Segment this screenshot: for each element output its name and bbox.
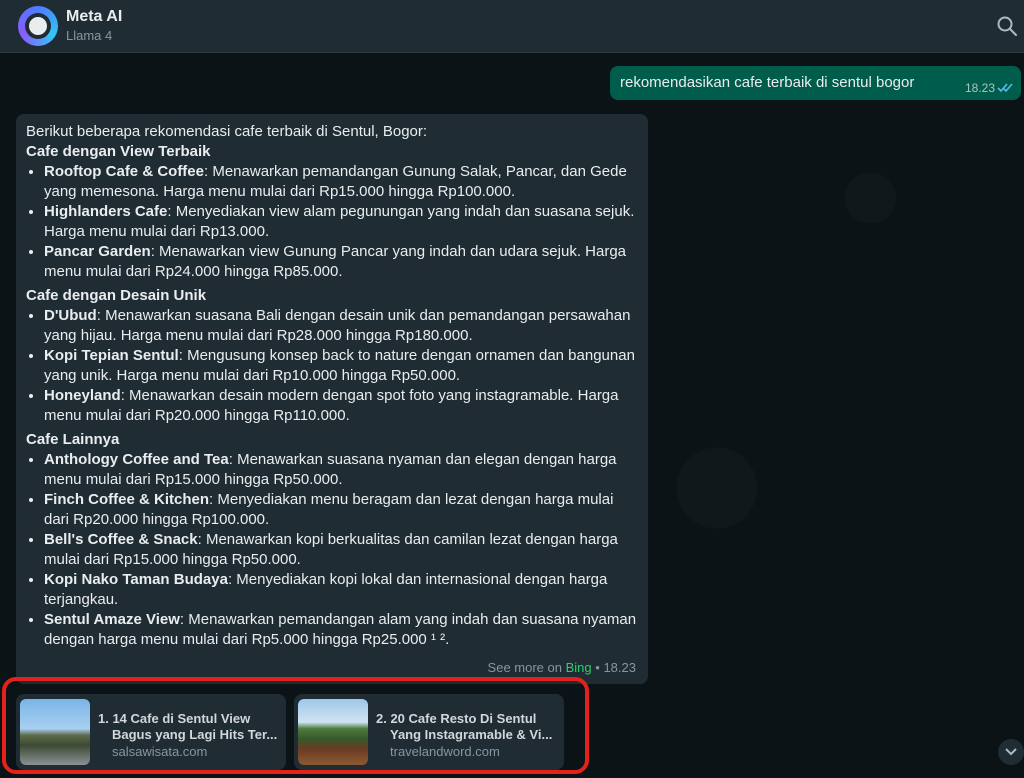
- cafe-list: Rooftop Cafe & Coffee: Menawarkan pemand…: [26, 162, 638, 282]
- list-item: Kopi Nako Taman Budaya: Menyediakan kopi…: [44, 570, 638, 610]
- incoming-message[interactable]: Berikut beberapa rekomendasi cafe terbai…: [16, 114, 648, 684]
- list-item: Sentul Amaze View: Menawarkan pemandanga…: [44, 610, 638, 650]
- double-check-icon: [997, 83, 1013, 93]
- cafe-name: Kopi Nako Taman Budaya: [44, 571, 228, 588]
- list-item: Highlanders Cafe: Menyediakan view alam …: [44, 202, 638, 242]
- cafe-name: D'Ubud: [44, 307, 97, 324]
- list-item: Anthology Coffee and Tea: Menawarkan sua…: [44, 450, 638, 490]
- cafe-name: Rooftop Cafe & Coffee: [44, 163, 204, 180]
- cafe-desc: : Menawarkan desain modern dengan spot f…: [44, 387, 619, 424]
- message-time: 18.23: [964, 81, 995, 95]
- section-title: Cafe dengan Desain Unik: [26, 287, 207, 304]
- cafe-name: Anthology Coffee and Tea: [44, 451, 229, 468]
- cafe-name: Sentul Amaze View: [44, 611, 180, 628]
- see-more-label: See more on: [487, 660, 562, 675]
- chat-title[interactable]: Meta AI: [66, 8, 122, 26]
- message-text: rekomendasikan cafe terbaik di sentul bo…: [620, 74, 915, 91]
- section-title: Cafe Lainnya: [26, 431, 120, 448]
- cafe-name: Highlanders Cafe: [44, 203, 168, 220]
- highlight-annotation: [2, 677, 589, 774]
- bing-link[interactable]: Bing: [566, 660, 592, 675]
- cafe-list: D'Ubud: Menawarkan suasana Bali dengan d…: [26, 306, 638, 426]
- separator: •: [595, 660, 600, 675]
- list-item: Kopi Tepian Sentul: Mengusung konsep bac…: [44, 346, 638, 386]
- list-item: D'Ubud: Menawarkan suasana Bali dengan d…: [44, 306, 638, 346]
- avatar[interactable]: [18, 6, 58, 46]
- outgoing-message[interactable]: rekomendasikan cafe terbaik di sentul bo…: [610, 66, 1021, 100]
- chat-header: Meta AI Llama 4: [0, 0, 1024, 53]
- message-footer: See more on Bing • 18.23: [488, 658, 636, 678]
- search-icon[interactable]: [996, 15, 1018, 37]
- cafe-name: Finch Coffee & Kitchen: [44, 491, 210, 508]
- chevron-down-icon: [1005, 748, 1017, 756]
- list-item: Finch Coffee & Kitchen: Menyediakan menu…: [44, 490, 638, 530]
- chat-subtitle: Llama 4: [66, 28, 113, 43]
- list-item: Pancar Garden: Menawarkan view Gunung Pa…: [44, 242, 638, 282]
- cafe-list: Anthology Coffee and Tea: Menawarkan sua…: [26, 450, 638, 650]
- section-title: Cafe dengan View Terbaik: [26, 143, 211, 160]
- scroll-down-button[interactable]: [998, 739, 1024, 765]
- list-item: Honeyland: Menawarkan desain modern deng…: [44, 386, 638, 426]
- cafe-name: Kopi Tepian Sentul: [44, 347, 179, 364]
- list-item: Bell's Coffee & Snack: Menawarkan kopi b…: [44, 530, 638, 570]
- cafe-name: Honeyland: [44, 387, 121, 404]
- cafe-name: Bell's Coffee & Snack: [44, 531, 198, 548]
- reply-intro: Berikut beberapa rekomendasi cafe terbai…: [26, 123, 428, 140]
- list-item: Rooftop Cafe & Coffee: Menawarkan pemand…: [44, 162, 638, 202]
- cafe-name: Pancar Garden: [44, 243, 151, 260]
- message-time: 18.23: [603, 660, 636, 675]
- cafe-desc: : Menawarkan suasana Bali dengan desain …: [44, 307, 631, 344]
